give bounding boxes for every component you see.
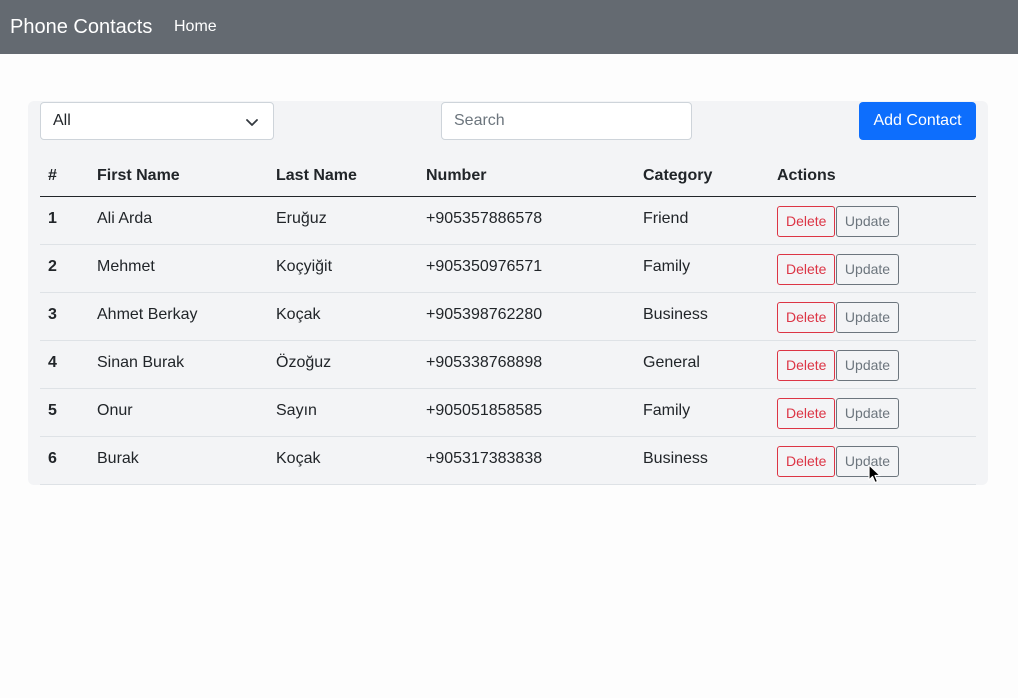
row-actions: Delete Update [769, 244, 976, 293]
navbar: Phone Contacts Home [0, 0, 1018, 54]
row-last-name: Özoğuz [268, 340, 418, 389]
brand-link[interactable]: Phone Contacts [10, 14, 152, 40]
search-input[interactable] [441, 102, 692, 140]
row-index: 6 [40, 436, 89, 485]
update-button[interactable]: Update [835, 301, 900, 333]
row-last-name: Sayın [268, 388, 418, 437]
row-index: 2 [40, 244, 89, 293]
row-category: Business [635, 436, 769, 485]
update-button[interactable]: Update [835, 253, 900, 285]
row-first-name: Onur [89, 388, 268, 437]
delete-button[interactable]: Delete [777, 253, 836, 285]
row-first-name: Ali Arda [89, 196, 268, 245]
row-category: Family [635, 388, 769, 437]
table-header-row: # First Name Last Name Number Category A… [40, 156, 976, 197]
header-number: Number [418, 156, 635, 197]
delete-button[interactable]: Delete [777, 445, 836, 477]
category-filter-value: All [53, 112, 71, 129]
header-last-name: Last Name [268, 156, 418, 197]
row-index: 3 [40, 292, 89, 341]
header-category: Category [635, 156, 769, 197]
row-number: +905350976571 [418, 244, 635, 293]
row-category: Friend [635, 196, 769, 245]
row-index: 1 [40, 196, 89, 245]
table-row: 3 Ahmet Berkay Koçak +905398762280 Busin… [40, 292, 976, 341]
header-actions: Actions [769, 156, 976, 197]
row-category: General [635, 340, 769, 389]
delete-button[interactable]: Delete [777, 349, 836, 381]
row-category: Business [635, 292, 769, 341]
table-row: 5 Onur Sayın +905051858585 Family Delete… [40, 388, 976, 437]
contacts-table: # First Name Last Name Number Category A… [40, 156, 976, 485]
row-number: +905317383838 [418, 436, 635, 485]
row-last-name: Koçak [268, 292, 418, 341]
chevron-down-icon [246, 119, 258, 126]
category-filter-select[interactable]: All [40, 102, 274, 140]
cursor-arrow-icon [868, 464, 881, 484]
row-first-name: Sinan Burak [89, 340, 268, 389]
row-last-name: Koçyiğit [268, 244, 418, 293]
row-actions: Delete Update [769, 340, 976, 389]
row-actions: Delete Update [769, 388, 976, 437]
row-actions: Delete Update [769, 292, 976, 341]
table-row: 6 Burak Koçak +905317383838 Business Del… [40, 436, 976, 485]
row-first-name: Mehmet [89, 244, 268, 293]
row-number: +905357886578 [418, 196, 635, 245]
update-button[interactable]: Update [835, 349, 900, 381]
table-row: 2 Mehmet Koçyiğit +905350976571 Family D… [40, 244, 976, 293]
row-actions: Delete Update [769, 196, 976, 245]
row-first-name: Burak [89, 436, 268, 485]
delete-button[interactable]: Delete [777, 205, 836, 237]
table-row: 4 Sinan Burak Özoğuz +905338768898 Gener… [40, 340, 976, 389]
row-last-name: Koçak [268, 436, 418, 485]
header-index: # [40, 156, 89, 197]
table-row: 1 Ali Arda Eruğuz +905357886578 Friend D… [40, 196, 976, 245]
delete-button[interactable]: Delete [777, 397, 836, 429]
update-button[interactable]: Update [835, 205, 900, 237]
delete-button[interactable]: Delete [777, 301, 836, 333]
nav-home-link[interactable]: Home [174, 17, 217, 37]
row-first-name: Ahmet Berkay [89, 292, 268, 341]
row-number: +905051858585 [418, 388, 635, 437]
add-contact-button[interactable]: Add Contact [859, 102, 976, 140]
row-last-name: Eruğuz [268, 196, 418, 245]
update-button[interactable]: Update [835, 397, 900, 429]
row-index: 5 [40, 388, 89, 437]
row-number: +905398762280 [418, 292, 635, 341]
row-category: Family [635, 244, 769, 293]
header-first-name: First Name [89, 156, 268, 197]
row-index: 4 [40, 340, 89, 389]
row-number: +905338768898 [418, 340, 635, 389]
